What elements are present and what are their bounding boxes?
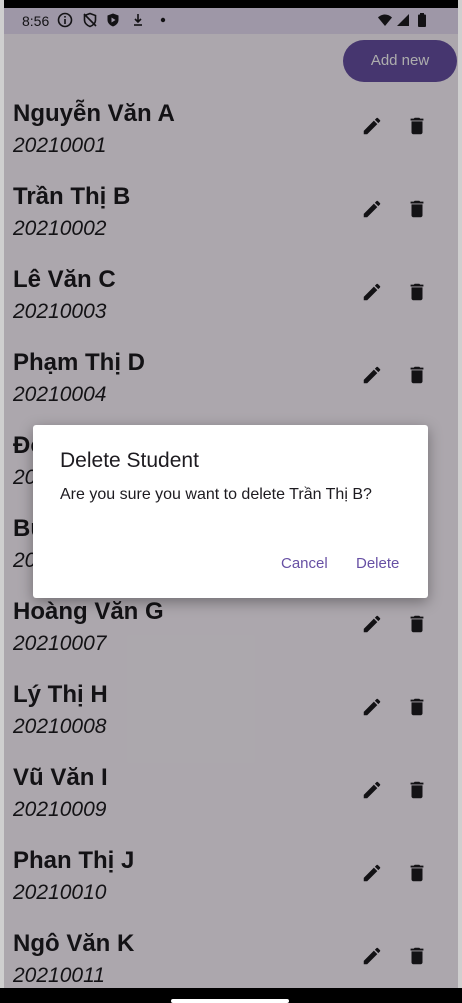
cancel-button[interactable]: Cancel [281, 555, 328, 572]
navigation-bar [0, 988, 462, 1003]
app-screen: 8:56 Add new Nguyễn Văn A 20210001 Trần … [4, 8, 458, 988]
home-gesture-handle[interactable] [171, 999, 289, 1003]
dialog-title: Delete Student [60, 449, 199, 472]
confirm-delete-button[interactable]: Delete [356, 555, 399, 572]
delete-confirm-dialog: Delete Student Are you sure you want to … [33, 425, 428, 598]
device-bezel-right [458, 0, 462, 1002]
dialog-message: Are you sure you want to delete Trần Thị… [60, 486, 372, 503]
